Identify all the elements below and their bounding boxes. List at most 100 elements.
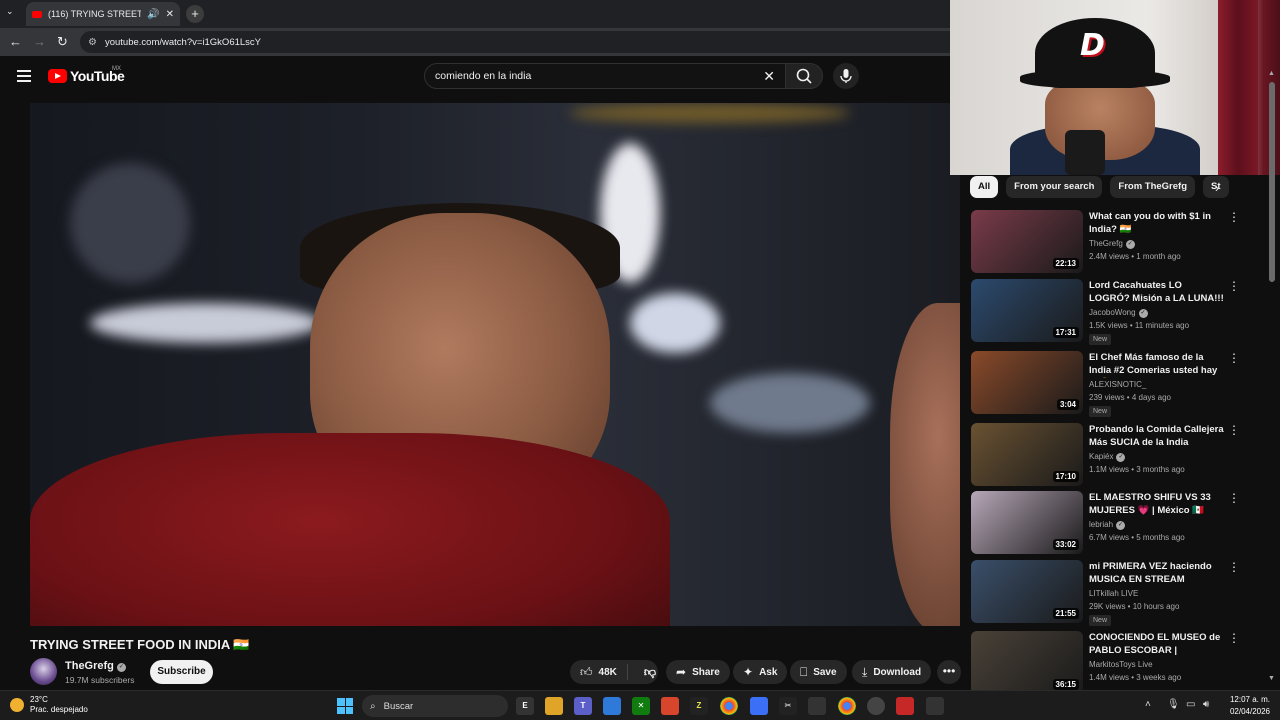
video-title: TRYING STREET FOOD IN INDIA 🇮🇳 (30, 637, 250, 652)
recommendation-item[interactable]: 17:10 Probando la Comida Callejera Más SU… (970, 423, 1240, 487)
app-icon[interactable] (750, 697, 768, 715)
subscribe-button[interactable]: Subscribe (150, 660, 213, 684)
chip-0[interactable]: All (970, 176, 999, 198)
close-tab-icon[interactable]: ✕ (166, 9, 174, 20)
video-thumbnail[interactable]: 21:55 (971, 560, 1083, 623)
share-button[interactable]: ➦ Share (666, 660, 730, 684)
network-icon[interactable]: ▭ (1186, 699, 1195, 710)
temperature: 23°C (30, 695, 48, 704)
scrollbar-thumb[interactable] (1269, 82, 1275, 282)
video-thumbnail[interactable]: 3:04 (971, 351, 1083, 414)
video-thumbnail[interactable]: 33:02 (971, 491, 1083, 554)
chrome-icon[interactable] (720, 697, 738, 715)
video-title[interactable]: El Chef Más famoso de la India #2 Comeri… (1089, 351, 1225, 378)
scrollbar[interactable]: ▲ ▼ (1268, 70, 1276, 682)
channel-avatar[interactable] (30, 658, 57, 685)
video-title[interactable]: Probando la Comida Callejera Más SUCIA d… (1089, 423, 1225, 449)
more-vertical-icon[interactable]: ⋮ (1228, 491, 1240, 505)
chevron-up-icon[interactable]: ˄ (1145, 699, 1151, 710)
file-explorer-icon[interactable] (545, 697, 563, 715)
channel-name[interactable]: TheGrefg ✓ (1089, 239, 1135, 249)
app-icon[interactable] (661, 697, 679, 715)
channel-name[interactable]: ALEXISNOTIC_ (1089, 380, 1146, 389)
video-thumbnail[interactable]: 36:15 (971, 631, 1083, 694)
reload-icon[interactable]: ↻ (57, 34, 68, 50)
more-vertical-icon[interactable]: ⋮ (1228, 631, 1240, 645)
video-thumbnail[interactable]: 17:10 (971, 423, 1083, 486)
recommendation-item[interactable]: 3:04 El Chef Más famoso de la India #2 Co… (970, 351, 1240, 417)
more-actions-button[interactable]: ••• (937, 660, 961, 684)
new-tab-button[interactable]: + (186, 5, 204, 23)
tab-search-icon[interactable]: ⌄ (6, 6, 14, 17)
channel-name[interactable]: Kapiéx ✓ (1089, 452, 1126, 462)
more-horizontal-icon: ••• (942, 664, 956, 678)
save-button[interactable]: ⎕ Save (790, 660, 847, 684)
chip-2[interactable]: From TheGrefg (1110, 176, 1196, 198)
chrome-icon[interactable] (838, 697, 856, 715)
weather-widget[interactable]: 23°C Prac. despejado (10, 695, 88, 715)
video-title[interactable]: CONOCIENDO EL MUSEO de PABLO ESCOBAR | M… (1089, 631, 1225, 658)
video-title[interactable]: EL MAESTRO SHIFU VS 33 MUJERES 💗 | Méxic… (1089, 491, 1225, 517)
recommendation-item[interactable]: 17:31 Lord Cacahuates LO LOGRÓ? Misión a … (970, 279, 1240, 345)
menu-icon[interactable] (17, 70, 31, 82)
system-clock[interactable]: 12:07 a. m. 02/04/2026 (1222, 694, 1270, 718)
video-thumbnail[interactable]: 22:13 (971, 210, 1083, 273)
voice-search-button[interactable] (833, 63, 859, 89)
chevron-right-icon[interactable]: › (1215, 181, 1219, 195)
scroll-up-icon[interactable]: ▲ (1268, 70, 1275, 77)
channel-name[interactable]: LITkillah LIVE (1089, 589, 1138, 598)
search-input[interactable]: comiendo en la india ✕ (424, 63, 786, 89)
browser-tab[interactable]: (116) TRYING STREET FOOD 🔊 ✕ (26, 2, 180, 26)
youtube-logo[interactable]: YouTube MX (48, 66, 125, 84)
video-title[interactable]: Lord Cacahuates LO LOGRÓ? Misión a LA LU… (1089, 279, 1225, 306)
app-icon[interactable] (926, 697, 944, 715)
xbox-icon[interactable]: ✕ (632, 697, 650, 715)
taskbar-search[interactable]: ⌕ Buscar (362, 695, 508, 717)
site-info-icon[interactable]: ⚙ (88, 37, 97, 48)
recommendation-item[interactable]: 33:02 EL MAESTRO SHIFU VS 33 MUJERES 💗 | … (970, 491, 1240, 555)
epic-games-icon[interactable]: E (516, 697, 534, 715)
recommendation-item[interactable]: 21:55 mi PRIMERA VEZ haciendo MUSICA EN S… (970, 560, 1240, 626)
scroll-down-icon[interactable]: ▼ (1268, 675, 1275, 682)
thumbs-up-icon: 👍︎ (580, 664, 593, 679)
video-title[interactable]: What can you do with $1 in India? 🇮🇳 (1089, 210, 1225, 236)
windows-start-icon[interactable] (337, 698, 353, 714)
more-vertical-icon[interactable]: ⋮ (1228, 560, 1240, 574)
dislike-button[interactable]: 👎︎ (634, 665, 666, 680)
app-icon[interactable] (808, 697, 826, 715)
cap-logo: D (1080, 28, 1105, 63)
recommendation-item[interactable]: 36:15 CONOCIENDO EL MUSEO de PABLO ESCOBA… (970, 631, 1240, 695)
more-vertical-icon[interactable]: ⋮ (1228, 351, 1240, 365)
download-button[interactable]: ⤓ Download (852, 660, 932, 684)
monitor-app-icon[interactable] (603, 697, 621, 715)
forward-arrow-icon[interactable]: → (33, 34, 46, 49)
search-button[interactable] (785, 63, 823, 89)
chip-1[interactable]: From your search (1006, 176, 1103, 198)
video-player[interactable] (30, 103, 960, 626)
ask-button[interactable]: ✦ Ask (733, 660, 788, 684)
like-button[interactable]: 👍︎ 48K (570, 664, 628, 680)
microphone-icon[interactable]: 🎙︎ (1167, 699, 1180, 710)
address-bar[interactable]: ⚙ youtube.com/watch?v=i1GkO61LscY (80, 31, 960, 53)
clear-search-icon[interactable]: ✕ (763, 68, 775, 85)
z-app-icon[interactable]: Z (690, 697, 708, 715)
more-vertical-icon[interactable]: ⋮ (1228, 423, 1240, 437)
channel-name[interactable]: JacoboWong ✓ (1089, 308, 1148, 318)
channel-name[interactable]: TheGrefg ✓ (65, 660, 126, 672)
video-thumbnail[interactable]: 17:31 (971, 279, 1083, 342)
channel-name[interactable]: lebriah ✓ (1089, 520, 1126, 530)
teams-icon[interactable]: T (574, 697, 592, 715)
recommendation-item[interactable]: 22:13 What can you do with $1 in India? 🇮… (970, 210, 1240, 274)
volume-icon[interactable]: 🔊︎ (1203, 699, 1209, 710)
back-arrow-icon[interactable]: ← (9, 34, 22, 49)
video-title[interactable]: mi PRIMERA VEZ haciendo MUSICA EN STREAM (1089, 560, 1225, 586)
capcut-icon[interactable]: ✂ (779, 697, 797, 715)
video-duration: 3:04 (1056, 399, 1079, 410)
video-meta: 2.4M views • 1 month ago (1089, 252, 1181, 261)
app-icon[interactable] (896, 697, 914, 715)
speaker-icon[interactable]: 🔊 (147, 9, 159, 20)
more-vertical-icon[interactable]: ⋮ (1228, 210, 1240, 224)
more-vertical-icon[interactable]: ⋮ (1228, 279, 1240, 293)
channel-name[interactable]: MarkitosToys Live (1089, 660, 1153, 669)
obs-icon[interactable] (867, 697, 885, 715)
